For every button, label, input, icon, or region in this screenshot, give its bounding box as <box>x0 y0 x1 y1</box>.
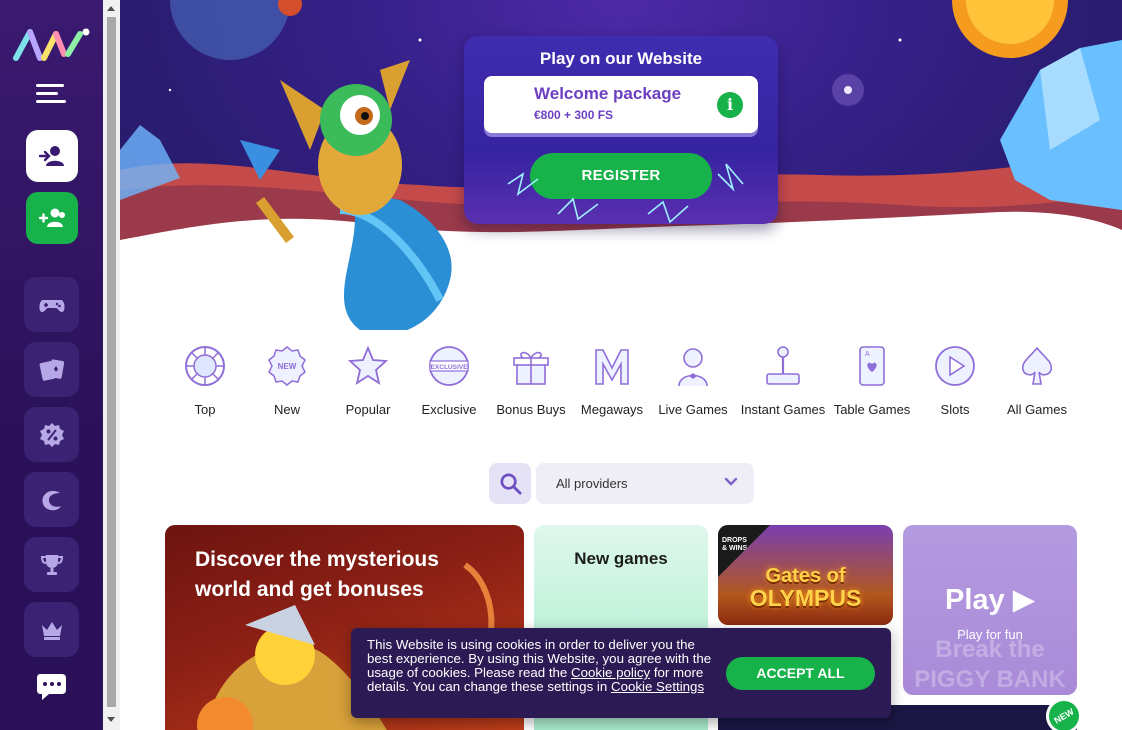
category-bonus-buys[interactable]: Bonus Buys <box>491 340 571 422</box>
welcome-package-title: Welcome package <box>534 84 682 103</box>
menu-line <box>36 84 64 87</box>
search-button[interactable] <box>489 463 531 504</box>
scroll-up-arrow[interactable] <box>107 6 115 11</box>
gamepad-icon <box>38 299 65 312</box>
live-nav-button[interactable] <box>24 472 79 527</box>
tournaments-nav-button[interactable] <box>24 537 79 592</box>
brand-logo[interactable] <box>12 24 92 64</box>
info-icon[interactable]: i <box>717 92 743 118</box>
cards-nav-button[interactable] <box>24 342 79 397</box>
spade-icon <box>1021 346 1053 385</box>
vip-nav-button[interactable] <box>24 602 79 657</box>
category-bar: Top NEW New Popular EXCLUSIVE Exclusive <box>165 340 1077 430</box>
svg-text:EXCLUSIVE: EXCLUSIVE <box>431 364 469 371</box>
top-icon <box>185 346 225 386</box>
cookie-settings-link[interactable]: Cookie Settings <box>611 679 704 694</box>
trophy-icon <box>40 554 63 575</box>
hero-banner: Play on our Website Welcome package €800… <box>120 0 1122 330</box>
piggy-bank-watermark: Break the PIGGY BANK <box>914 636 1066 693</box>
svg-text:NEW: NEW <box>278 362 297 371</box>
registration-card: Play on our Website Welcome package €800… <box>464 36 778 224</box>
chevron-down-icon <box>724 477 738 486</box>
c-logo-icon <box>41 490 61 510</box>
dealer-icon <box>678 348 708 387</box>
category-popular[interactable]: Popular <box>328 340 408 422</box>
category-exclusive[interactable]: EXCLUSIVE Exclusive <box>409 340 489 422</box>
games-nav-button[interactable] <box>24 277 79 332</box>
casino-page: Play on our Website Welcome package €800… <box>0 0 1122 730</box>
category-label: Slots <box>940 402 970 417</box>
category-new[interactable]: NEW New <box>247 340 327 422</box>
percent-badge-icon <box>39 422 64 447</box>
category-instant-games[interactable]: Instant Games <box>737 340 829 422</box>
register-sidebar-button[interactable] <box>26 192 78 244</box>
menu-line <box>36 92 58 95</box>
gift-icon <box>513 351 549 385</box>
category-label: Exclusive <box>421 402 477 417</box>
new-games-title: New games <box>574 549 668 568</box>
accept-all-button[interactable]: ACCEPT ALL <box>726 657 875 690</box>
login-button[interactable] <box>26 130 78 182</box>
megaways-icon <box>595 349 629 385</box>
star-icon <box>347 345 389 385</box>
register-button[interactable]: REGISTER <box>530 153 712 199</box>
category-label: All Games <box>1007 402 1067 417</box>
cards-icon <box>39 358 64 381</box>
svg-text:A: A <box>865 351 870 358</box>
registration-card-title: Play on our Website <box>539 49 703 68</box>
chat-support-icon[interactable] <box>34 668 70 704</box>
scroll-down-arrow[interactable] <box>107 717 115 722</box>
provider-select[interactable]: All providers <box>536 463 754 504</box>
sidebar <box>0 0 103 730</box>
play-for-fun-label: Play for fun <box>957 627 1023 642</box>
menu-toggle-button[interactable] <box>36 84 68 108</box>
category-label: Live Games <box>658 402 728 417</box>
play-title: Play ▶ <box>944 584 1036 616</box>
joystick-icon <box>766 346 800 385</box>
play-circle-icon <box>935 346 975 386</box>
menu-line <box>36 100 66 103</box>
play-for-fun-card[interactable]: Break the PIGGY BANK Play ▶ Play for fun <box>903 525 1077 695</box>
promotions-nav-button[interactable] <box>24 407 79 462</box>
user-login-icon <box>38 146 64 166</box>
category-label: Top <box>194 402 216 417</box>
discover-card-title: Discover the mysterious world and get bo… <box>195 548 439 601</box>
category-label: Table Games <box>833 402 911 417</box>
category-label: Megaways <box>580 402 644 417</box>
scroll-thumb[interactable] <box>107 17 116 707</box>
welcome-package-amount: €800 + 300 FS <box>534 108 614 122</box>
category-label: Instant Games <box>740 402 826 417</box>
exclusive-icon: EXCLUSIVE <box>429 346 469 386</box>
category-label: Popular <box>345 402 391 417</box>
provider-select-value: All providers <box>556 476 628 491</box>
category-all-games[interactable]: All Games <box>997 340 1077 422</box>
page-scrollbar[interactable] <box>103 0 120 730</box>
category-megaways[interactable]: Megaways <box>572 340 652 422</box>
playing-card-icon: A <box>859 346 885 386</box>
gates-of-olympus-card[interactable]: DROPS & WINS Gates of OLYMPUS <box>718 525 893 625</box>
game-title: Gates of OLYMPUS <box>749 565 862 611</box>
category-label: New <box>273 402 300 417</box>
category-live-games[interactable]: Live Games <box>653 340 733 422</box>
search-icon <box>500 473 522 495</box>
welcome-package-box[interactable]: Welcome package €800 + 300 FS i <box>484 76 758 133</box>
category-label: Bonus Buys <box>496 402 566 417</box>
cookie-text: This Website is using cookies in order t… <box>367 637 712 694</box>
add-users-icon <box>38 208 65 227</box>
new-icon: NEW <box>268 346 306 386</box>
cookie-banner: This Website is using cookies in order t… <box>351 628 891 718</box>
category-slots[interactable]: Slots <box>915 340 995 422</box>
crown-icon <box>41 621 62 640</box>
cookie-policy-link[interactable]: Cookie policy <box>571 665 650 680</box>
category-top[interactable]: Top <box>165 340 245 422</box>
category-table-games[interactable]: A Table Games <box>831 340 913 422</box>
